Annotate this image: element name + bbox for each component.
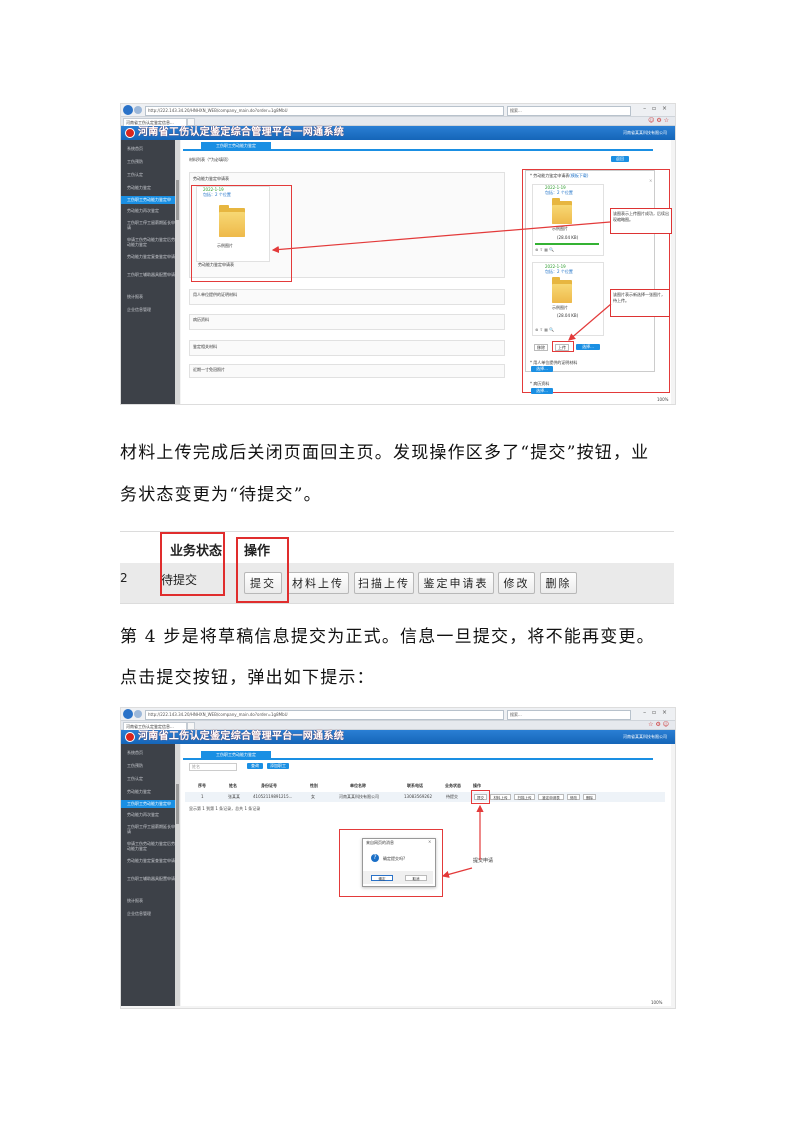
arrow-annotations bbox=[441, 804, 484, 878]
